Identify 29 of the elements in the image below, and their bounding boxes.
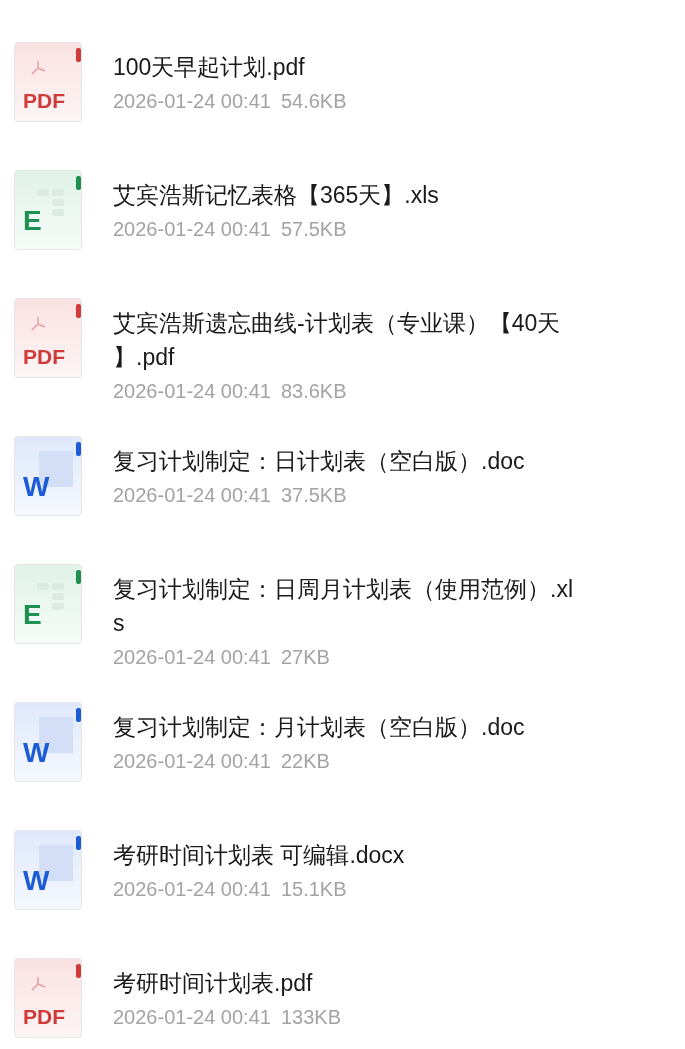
file-type-label: W [23, 473, 50, 501]
file-name[interactable]: 考研时间计划表.pdf [113, 966, 341, 1000]
file-name[interactable]: 考研时间计划表 可编辑.docx [113, 838, 405, 872]
file-type-label: W [23, 867, 50, 895]
file-info: 2026-01-24 00:41 37.5KB [113, 483, 348, 508]
file-name[interactable]: 复习计划制定：月计划表（空白版）.doc [113, 710, 525, 744]
file-type-label: W [23, 739, 50, 767]
file-info: 2026-01-24 00:41 22KB [113, 749, 331, 774]
file-name[interactable]: 100天早起计划.pdf [113, 50, 347, 84]
file-decoration-drawing [31, 304, 81, 331]
file-info: 2026-01-24 00:41 27KB [113, 645, 331, 670]
file-name[interactable]: 艾宾浩斯记忆表格【365天】.xls [113, 178, 439, 212]
file-decoration-drawing [31, 48, 81, 75]
file-name[interactable]: 复习计划制定：日计划表（空白版）.doc [113, 444, 525, 478]
file-type-label: PDF [23, 90, 65, 111]
file-type-label: E [23, 207, 42, 235]
file-info: 2026-01-24 00:41 54.6KB [113, 89, 347, 114]
file-info: 2026-01-24 00:41 133KB [113, 1005, 341, 1030]
file-name[interactable]: s [113, 606, 573, 640]
file-name[interactable]: 艾宾浩斯遗忘曲线-计划表（专业课）【40天 [113, 306, 561, 340]
file-type-label: PDF [23, 346, 65, 367]
file-info: 2026-01-24 00:41 15.1KB [113, 877, 348, 902]
file-name[interactable]: 】.pdf [113, 340, 561, 374]
file-name[interactable]: 复习计划制定：日周月计划表（使用范例）.xl [113, 572, 573, 606]
file-info: 2026-01-24 00:41 83.6KB [113, 379, 348, 404]
file-decoration-drawing [31, 964, 81, 991]
file-info: 2026-01-24 00:41 57.5KB [113, 217, 348, 242]
file-type-label: PDF [23, 1006, 65, 1027]
file-type-label: E [23, 601, 42, 629]
